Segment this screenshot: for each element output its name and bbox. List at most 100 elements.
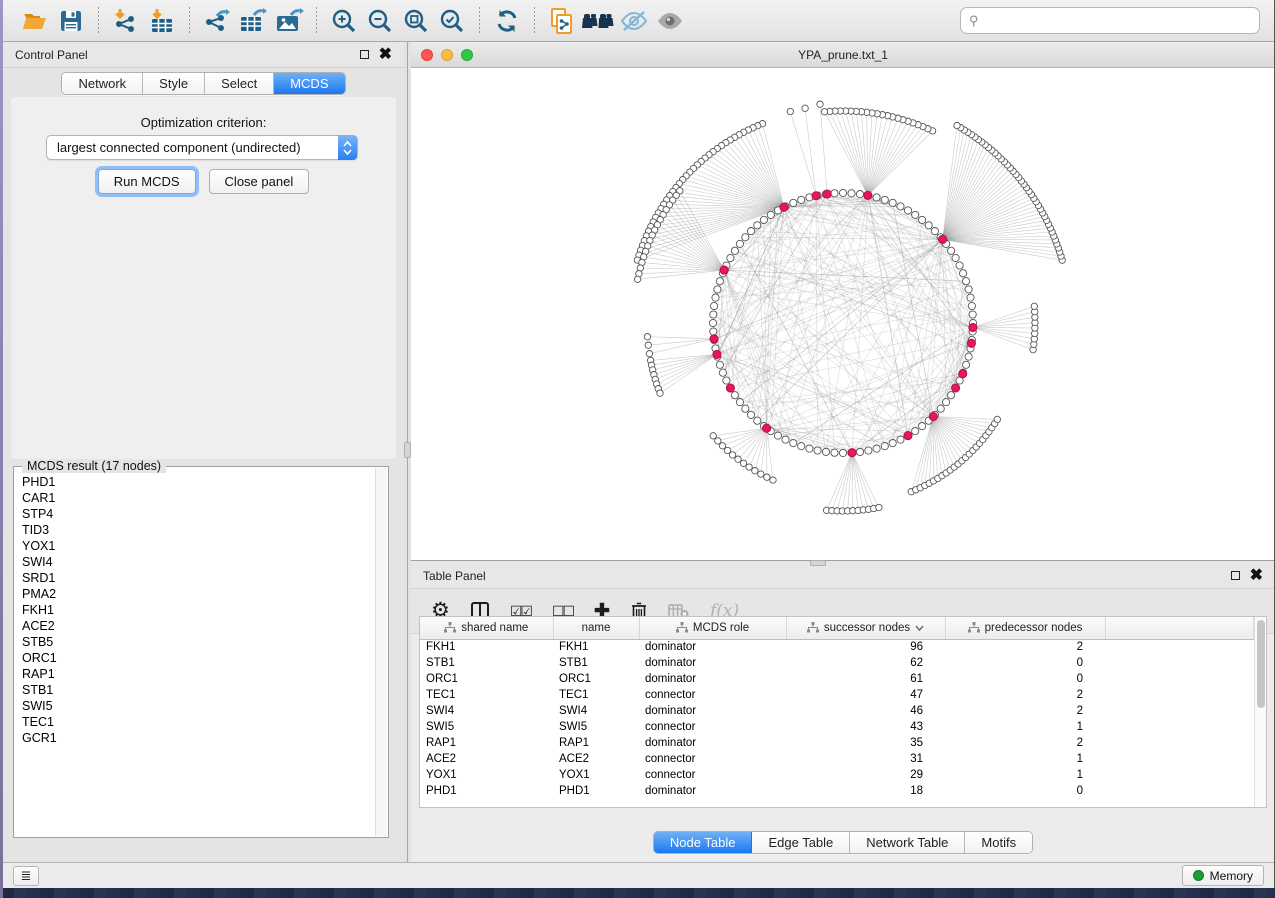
ring-node[interactable]: [881, 196, 888, 203]
ring-node[interactable]: [767, 211, 774, 218]
ring-node[interactable]: [719, 369, 726, 376]
ring-node[interactable]: [960, 270, 967, 277]
leaf-node[interactable]: [740, 460, 746, 466]
ring-node[interactable]: [956, 262, 963, 269]
table-row[interactable]: STB1STB1dominator620: [420, 655, 1254, 671]
ring-node[interactable]: [889, 199, 896, 206]
leaf-node[interactable]: [657, 390, 663, 396]
leaf-node[interactable]: [729, 452, 735, 458]
hub-node[interactable]: [864, 191, 872, 199]
table-row[interactable]: YOX1YOX1connector291: [420, 767, 1254, 783]
leaf-node[interactable]: [802, 105, 808, 111]
ring-node[interactable]: [968, 302, 975, 309]
ring-node[interactable]: [948, 247, 955, 254]
leaf-node[interactable]: [758, 471, 764, 477]
ring-node[interactable]: [716, 278, 723, 285]
import-network-icon[interactable]: [108, 4, 144, 38]
search-input[interactable]: [984, 14, 1251, 28]
leaf-node[interactable]: [646, 351, 652, 357]
leaf-node[interactable]: [1031, 303, 1037, 309]
mcds-result-item[interactable]: SWI5: [22, 698, 375, 714]
zoom-in-icon[interactable]: [326, 4, 362, 38]
ring-node[interactable]: [897, 436, 904, 443]
optimization-criterion-select[interactable]: largest connected component (undirected): [46, 135, 358, 160]
table-row[interactable]: SWI5SWI5connector431: [420, 719, 1254, 735]
ring-node[interactable]: [727, 254, 734, 261]
ring-node[interactable]: [839, 449, 846, 456]
hub-node[interactable]: [763, 424, 771, 432]
horizontal-splitter-grip[interactable]: [810, 560, 826, 566]
mcds-result-item[interactable]: TEC1: [22, 714, 375, 730]
refresh-icon[interactable]: [489, 4, 525, 38]
mcds-result-item[interactable]: CAR1: [22, 490, 375, 506]
ring-node[interactable]: [965, 353, 972, 360]
hide-selected-eye-icon[interactable]: [616, 4, 652, 38]
zoom-out-icon[interactable]: [362, 4, 398, 38]
ring-node[interactable]: [736, 399, 743, 406]
ring-node[interactable]: [873, 194, 880, 201]
show-all-eye-icon[interactable]: [652, 4, 688, 38]
ring-node[interactable]: [937, 405, 944, 412]
mcds-result-item[interactable]: PHD1: [22, 474, 375, 490]
hub-node[interactable]: [967, 339, 975, 347]
ring-node[interactable]: [948, 392, 955, 399]
ring-node[interactable]: [881, 443, 888, 450]
ring-node[interactable]: [904, 207, 911, 214]
ring-node[interactable]: [711, 302, 718, 309]
tab-node-table[interactable]: Node Table: [654, 832, 753, 853]
tab-network[interactable]: Network: [62, 73, 143, 94]
tab-network-table[interactable]: Network Table: [850, 832, 965, 853]
leaf-node[interactable]: [787, 108, 793, 114]
column-header-name[interactable]: name: [553, 617, 639, 639]
open-file-icon[interactable]: [17, 4, 53, 38]
ring-node[interactable]: [925, 222, 932, 229]
mcds-result-item[interactable]: TID3: [22, 522, 375, 538]
table-row[interactable]: PHD1PHD1dominator180: [420, 783, 1254, 799]
tab-style[interactable]: Style: [143, 73, 205, 94]
scrollbar-thumb[interactable]: [1257, 620, 1265, 708]
hub-node[interactable]: [823, 190, 831, 198]
ring-node[interactable]: [865, 447, 872, 454]
ring-node[interactable]: [754, 417, 761, 424]
hub-node[interactable]: [713, 350, 721, 358]
hub-node[interactable]: [939, 235, 947, 243]
hub-node[interactable]: [726, 384, 734, 392]
hub-node[interactable]: [959, 370, 967, 378]
tab-select[interactable]: Select: [205, 73, 274, 94]
column-header-shared-name[interactable]: shared name: [420, 617, 553, 639]
ring-node[interactable]: [748, 411, 755, 418]
hub-node[interactable]: [969, 323, 977, 331]
ring-node[interactable]: [774, 432, 781, 439]
mcds-result-item[interactable]: GCR1: [22, 730, 375, 746]
ring-node[interactable]: [969, 311, 976, 318]
ring-node[interactable]: [742, 234, 749, 241]
ring-node[interactable]: [731, 247, 738, 254]
memory-button[interactable]: Memory: [1182, 865, 1264, 886]
mcds-result-item[interactable]: ORC1: [22, 650, 375, 666]
ring-node[interactable]: [967, 294, 974, 301]
export-network-icon[interactable]: [199, 4, 235, 38]
vertical-splitter[interactable]: [404, 42, 411, 862]
leaf-node[interactable]: [752, 468, 758, 474]
ring-node[interactable]: [952, 254, 959, 261]
mcds-list-scrollbar[interactable]: [375, 468, 387, 836]
ring-node[interactable]: [831, 449, 838, 456]
ring-node[interactable]: [919, 216, 926, 223]
leaf-node[interactable]: [645, 342, 651, 348]
ring-node[interactable]: [912, 428, 919, 435]
close-panel-button[interactable]: Close panel: [209, 169, 310, 194]
hub-node[interactable]: [848, 449, 856, 457]
ring-node[interactable]: [798, 443, 805, 450]
ring-node[interactable]: [790, 440, 797, 447]
column-header-predecessor-nodes[interactable]: predecessor nodes: [945, 617, 1105, 639]
tab-mcds[interactable]: MCDS: [274, 73, 344, 94]
mcds-result-item[interactable]: PMA2: [22, 586, 375, 602]
leaf-node[interactable]: [954, 122, 960, 128]
ring-node[interactable]: [848, 190, 855, 197]
leaf-node[interactable]: [876, 504, 882, 510]
ring-node[interactable]: [897, 203, 904, 210]
leaf-node[interactable]: [719, 443, 725, 449]
hub-node[interactable]: [720, 266, 728, 274]
mcds-result-item[interactable]: SWI4: [22, 554, 375, 570]
ring-node[interactable]: [856, 448, 863, 455]
